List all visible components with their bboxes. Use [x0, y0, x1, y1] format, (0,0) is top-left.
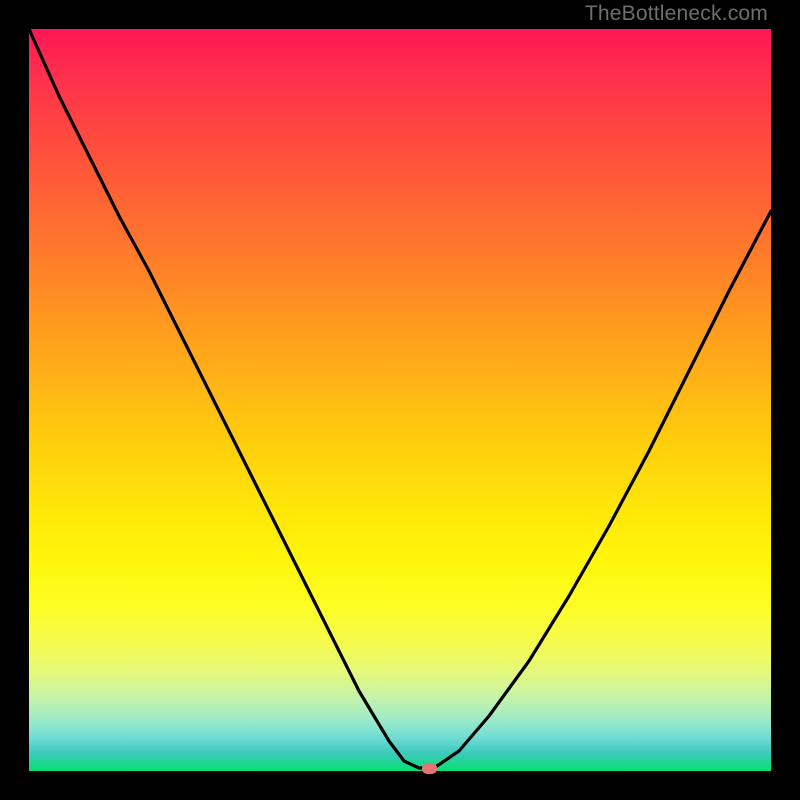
- watermark-text: TheBottleneck.com: [585, 2, 768, 26]
- optimal-point-marker: [422, 763, 437, 774]
- bottleneck-curve: [29, 29, 771, 771]
- chart-outer: TheBottleneck.com: [0, 0, 800, 800]
